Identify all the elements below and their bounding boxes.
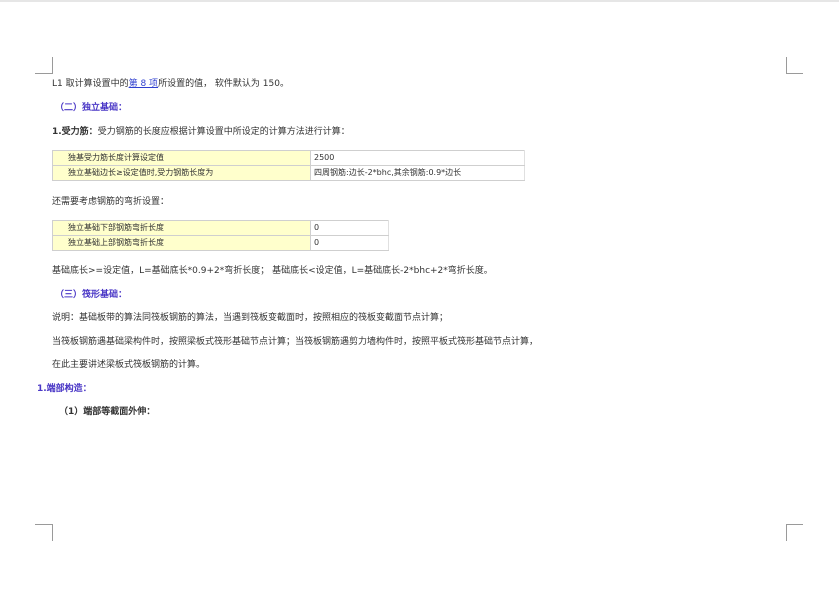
param-name: 独立基础上部钢筋弯折长度 (52, 235, 311, 251)
corner-mark-bottom-right (786, 524, 803, 525)
param-name: 独立基础边长≥设定值时,受力钢筋长度为 (52, 165, 311, 181)
setting-item-link[interactable]: 第 8 项 (129, 79, 158, 89)
corner-mark-bottom-left-v (52, 524, 53, 541)
bend-settings-table: 独立基础下部钢筋弯折长度 0 独立基础上部钢筋弯折长度 0 (52, 220, 389, 251)
rebar-paragraph: 1.受力筋：受力钢筋的长度应根据计算设置中所设定的计算方法进行计算： (52, 126, 350, 138)
bend-intro: 还需要考虑钢筋的弯折设置： (52, 197, 170, 207)
param-value[interactable]: 0 (310, 235, 389, 251)
footing-settings-table: 独基受力筋长度计算设定值 2500 独立基础边长≥设定值时,受力钢筋长度为 四周… (52, 150, 525, 181)
top-border (0, 0, 839, 2)
corner-mark-bottom-left (35, 524, 52, 525)
section-heading-isolated-footing: （二）独立基础： (55, 103, 128, 113)
corner-mark-top-left-v (52, 57, 53, 74)
corner-mark-top-right-v (786, 57, 787, 74)
param-value[interactable]: 四周钢筋:边长-2*bhc,其余钢筋:0.9*边长 (310, 165, 525, 181)
end-construction-subheading: （1）端部等截面外伸： (59, 407, 156, 417)
rebar-text: 受力钢筋的长度应根据计算设置中所设定的计算方法进行计算： (97, 127, 350, 137)
length-formula: 基础底长>=设定值，L=基础底长*0.9+2*弯折长度； 基础底长<设定值，L=… (52, 266, 493, 276)
line-l1-prefix: L1 取计算设置中的 (52, 79, 129, 89)
table-row: 独立基础上部钢筋弯折长度 0 (52, 235, 389, 251)
section-heading-raft-foundation: （三）筏形基础： (55, 290, 128, 300)
param-name: 独立基础下部钢筋弯折长度 (52, 220, 311, 236)
table-row: 独基受力筋长度计算设定值 2500 (52, 150, 525, 166)
paragraph-1: 说明：基础板带的算法同筏板钢筋的算法，当遇到筏板变截面时，按照相应的筏板变截面节… (52, 313, 449, 323)
line-l1-suffix: 所设置的值， 软件默认为 150。 (158, 79, 289, 89)
param-name: 独基受力筋长度计算设定值 (52, 150, 311, 166)
end-construction-heading: 1.端部构造： (37, 384, 92, 394)
table-row: 独立基础边长≥设定值时,受力钢筋长度为 四周钢筋:边长-2*bhc,其余钢筋:0… (52, 165, 525, 181)
corner-mark-top-left (35, 73, 52, 74)
table-row: 独立基础下部钢筋弯折长度 0 (52, 220, 389, 236)
line-l1: L1 取计算设置中的第 8 项所设置的值， 软件默认为 150。 (52, 78, 289, 90)
corner-mark-top-right (786, 73, 803, 74)
param-value[interactable]: 0 (310, 220, 389, 236)
param-value[interactable]: 2500 (310, 150, 525, 166)
rebar-label: 1.受力筋： (52, 127, 98, 137)
corner-mark-bottom-right-v (786, 524, 787, 541)
paragraph-3: 在此主要讲述梁板式筏板钢筋的计算。 (52, 360, 206, 370)
paragraph-2: 当筏板钢筋遇基础梁构件时，按照梁板式筏形基础节点计算；当筏板钢筋遇剪力墙构件时，… (52, 337, 539, 347)
